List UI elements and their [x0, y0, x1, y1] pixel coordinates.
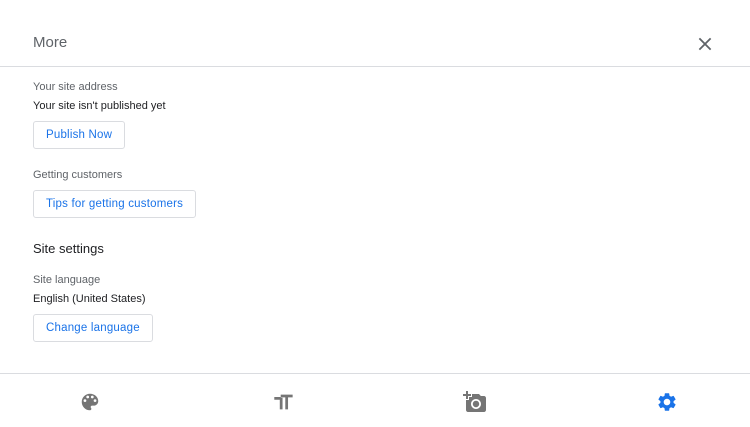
close-icon	[698, 37, 712, 51]
add-photo-icon	[463, 391, 486, 412]
tips-for-customers-button[interactable]: Tips for getting customers	[33, 190, 197, 218]
getting-customers-section: Getting customers Tips for getting custo…	[33, 168, 723, 218]
text-format-icon	[274, 394, 293, 410]
site-address-label: Your site address	[33, 81, 118, 93]
close-button[interactable]	[694, 33, 716, 55]
site-language-value: English (United States)	[33, 293, 146, 305]
bottom-toolbar	[0, 373, 750, 427]
add-image-tab[interactable]	[463, 390, 487, 414]
settings-gear-icon	[658, 393, 676, 411]
site-language-label: Site language	[33, 274, 101, 286]
text-tab[interactable]	[272, 391, 294, 413]
palette-icon	[81, 393, 99, 411]
site-address-value: Your site isn't published yet	[33, 100, 166, 112]
change-language-button[interactable]: Change language	[33, 314, 153, 342]
themes-tab[interactable]	[79, 391, 101, 413]
site-settings-section: Site settings Site language English (Uni…	[33, 241, 723, 342]
site-address-section: Your site address Your site isn't publis…	[33, 80, 723, 149]
site-settings-heading: Site settings	[33, 241, 104, 256]
settings-tab[interactable]	[656, 391, 678, 413]
dialog-title: More	[33, 34, 68, 51]
getting-customers-label: Getting customers	[33, 169, 123, 181]
settings-content: Your site address Your site isn't publis…	[33, 80, 723, 342]
dialog-header: More	[0, 0, 750, 67]
publish-now-button[interactable]: Publish Now	[33, 121, 126, 149]
